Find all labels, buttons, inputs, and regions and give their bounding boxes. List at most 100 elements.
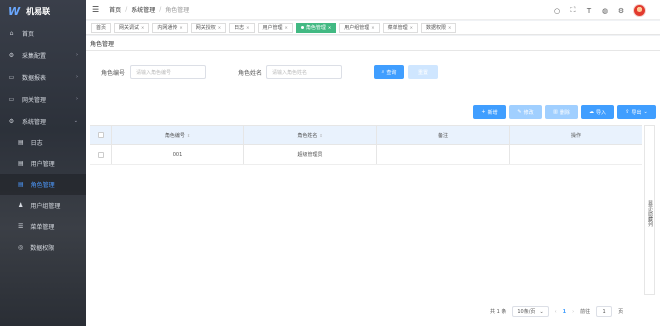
select-all-cell <box>90 126 112 144</box>
sidebar-item-reports[interactable]: ▭ 数据报表 › <box>0 66 86 88</box>
chevron-down-icon: ⌄ <box>643 109 648 115</box>
tag-home[interactable]: 首页 <box>91 22 112 33</box>
column-label: 角色姓名 <box>297 132 318 139</box>
action-cell <box>510 145 642 164</box>
query-button[interactable]: ⌕ 查询 <box>374 65 404 79</box>
chevron-right-icon: › <box>76 96 78 102</box>
close-icon[interactable]: ✕ <box>328 24 331 32</box>
reset-button[interactable]: 重置 <box>408 65 438 79</box>
avatar[interactable] <box>633 4 646 17</box>
menu-icon: ☰ <box>18 223 24 230</box>
export-button[interactable]: ⇪ 导出 ⌄ <box>617 105 656 119</box>
tag-label: 数据权限 <box>426 24 447 31</box>
sidebar-item-home[interactable]: ⌂ 首页 <box>0 22 86 44</box>
breadcrumb-current: 角色管理 <box>165 7 190 14</box>
tag-permissions[interactable]: 数据权限 ✕ <box>421 22 457 33</box>
close-icon[interactable]: ✕ <box>246 24 249 32</box>
close-icon[interactable]: ✕ <box>285 24 288 32</box>
column-toggle-tab[interactable]: 显示/隐藏列 <box>644 125 655 295</box>
breadcrumb-separator: / <box>125 6 128 13</box>
sort-icon[interactable]: ⇕ <box>187 133 190 138</box>
logo: W 机易联 <box>0 0 86 22</box>
column-header: 备注 <box>377 126 510 144</box>
main-content: 角色管理 角色编号 请输入角色编号 角色姓名 请输入角色姓名 ⌕ 查询 重置 + 新… <box>86 36 660 326</box>
delete-button[interactable]: ▥ 删除 <box>545 105 578 119</box>
trash-icon: ▥ <box>553 109 558 115</box>
close-icon[interactable]: ✕ <box>448 24 451 32</box>
column-header[interactable]: 角色姓名 ⇕ <box>244 126 377 144</box>
settings-icon[interactable]: ⚙ <box>617 7 625 15</box>
sidebar-item-gateway[interactable]: ▭ 网关管理 › <box>0 88 86 110</box>
add-button[interactable]: + 新增 <box>473 105 506 119</box>
edit-button[interactable]: ✎ 修改 <box>509 105 542 119</box>
page-size-select[interactable]: 10条/页 ⌄ <box>512 306 549 317</box>
sidebar-subitem-groups[interactable]: ♟ 用户组管理 <box>0 195 86 216</box>
gear-icon: ⚙ <box>8 51 15 59</box>
close-icon[interactable]: ✕ <box>410 24 413 32</box>
placeholder: 请输入角色姓名 <box>272 69 308 76</box>
row-select-cell <box>90 145 112 164</box>
column-label: 操作 <box>570 132 581 139</box>
sidebar-subitem-users[interactable]: ▤ 用户管理 <box>0 153 86 174</box>
edit-icon: ✎ <box>517 109 522 115</box>
breadcrumb-separator: / <box>159 6 162 13</box>
sidebar-subitem-permissions[interactable]: ◎ 数据权限 <box>0 237 86 258</box>
tag-users[interactable]: 用户管理 ✕ <box>257 22 293 33</box>
font-size-icon[interactable]: T <box>585 7 593 15</box>
sort-icon[interactable]: ⇕ <box>319 133 322 138</box>
table-header: 角色编号 ⇕ 角色姓名 ⇕ 备注 操作 <box>90 125 642 145</box>
tag-groups[interactable]: 用户组管理 ✕ <box>339 22 380 33</box>
hamburger-icon[interactable]: ☰ <box>92 5 99 14</box>
tag-label: 菜单管理 <box>387 24 408 31</box>
globe-icon[interactable]: ◍ <box>601 7 609 15</box>
sidebar-item-label: 数据权限 <box>30 245 55 252</box>
header-actions: ○ ⛶ T ◍ ⚙ <box>553 4 646 17</box>
sidebar-subitem-roles[interactable]: ▤ 角色管理 <box>0 174 86 195</box>
role-icon: ▤ <box>18 181 24 188</box>
tag-gateway-auth[interactable]: 网关授权 ✕ <box>190 22 227 33</box>
fullscreen-icon[interactable]: ⛶ <box>569 6 577 15</box>
logo-icon: W <box>8 4 21 18</box>
search-icon[interactable]: ○ <box>553 7 561 15</box>
prev-page-icon[interactable]: ‹ <box>555 309 557 315</box>
page-size-value: 10条/页 <box>517 309 536 315</box>
sidebar-item-collection[interactable]: ⚙ 采集配置 › <box>0 44 86 66</box>
next-page-icon[interactable]: › <box>572 309 574 315</box>
row-checkbox[interactable] <box>97 151 104 158</box>
tag-gateway-debug[interactable]: 网关调试 ✕ <box>114 22 150 33</box>
sidebar-subitem-log[interactable]: ▤ 日志 <box>0 132 86 153</box>
table-row[interactable]: 001 超级管理员 <box>90 145 642 165</box>
close-icon[interactable]: ✕ <box>141 24 144 32</box>
close-icon[interactable]: ✕ <box>179 24 182 32</box>
tag-roles[interactable]: 角色管理 ✕ <box>295 22 337 33</box>
breadcrumb-system[interactable]: 系统管理 <box>131 5 155 14</box>
button-label: 修改 <box>523 109 534 116</box>
role-name-input[interactable]: 请输入角色姓名 <box>266 65 342 79</box>
role-code-input[interactable]: 请输入角色编号 <box>130 65 206 79</box>
role-code-label: 角色编号 <box>101 70 126 77</box>
tags-view: 首页 网关调试 ✕ 内网通传 ✕ 网关授权 ✕ 日志 ✕ 用户管理 ✕ 角色管理 ✕ 用户组… <box>86 21 660 35</box>
tag-log[interactable]: 日志 ✕ <box>229 22 255 33</box>
sidebar-item-label: 日志 <box>30 140 43 147</box>
close-icon[interactable]: ✕ <box>218 24 221 32</box>
pagination: 共 1 条 10条/页 ⌄ ‹ 1 › 前往 1 页 <box>490 306 623 317</box>
close-icon[interactable]: ✕ <box>371 24 374 32</box>
sidebar-item-system[interactable]: ⚙ 系统管理 ⌄ <box>0 110 86 132</box>
gateway-icon: ▭ <box>8 95 15 103</box>
tag-intranet[interactable]: 内网通传 ✕ <box>152 22 188 33</box>
export-icon: ⇪ <box>625 109 630 115</box>
system-icon: ⚙ <box>8 117 15 125</box>
breadcrumb-home[interactable]: 首页 <box>109 5 121 14</box>
user-icon: ▤ <box>18 160 24 167</box>
sidebar-subitem-menus[interactable]: ☰ 菜单管理 <box>0 216 86 237</box>
page-unit: 页 <box>618 309 624 315</box>
goto-page-input[interactable]: 1 <box>596 306 613 317</box>
column-header[interactable]: 角色编号 ⇕ <box>112 126 244 144</box>
select-all-checkbox[interactable] <box>97 132 104 138</box>
import-button[interactable]: ☁ 导入 <box>581 105 614 119</box>
sidebar-item-label: 用户管理 <box>30 161 55 168</box>
goto-label: 前往 <box>580 309 591 315</box>
tag-menus[interactable]: 菜单管理 ✕ <box>382 22 419 33</box>
button-label: 查询 <box>386 69 397 76</box>
current-page[interactable]: 1 <box>563 309 566 315</box>
